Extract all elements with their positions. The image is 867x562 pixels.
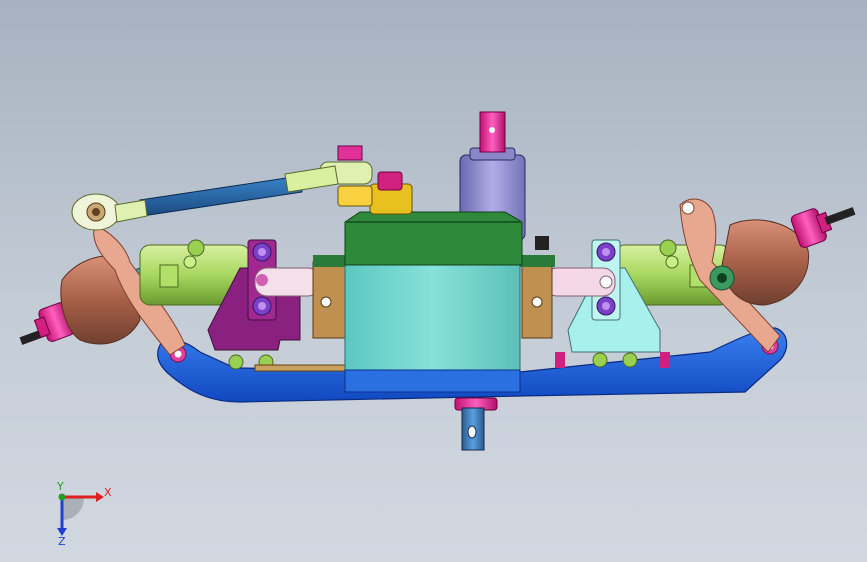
coordinate-triad: X Y Z [56, 480, 112, 548]
tie-rod[interactable] [71, 165, 339, 231]
triad-y-label: Y [56, 480, 64, 493]
right-wheel-hub[interactable] [790, 205, 856, 249]
cad-model-canvas[interactable]: X Y Z [0, 0, 867, 562]
triad-y-axis [58, 493, 66, 501]
triad-x-label: X [104, 486, 112, 499]
right-side-block [520, 255, 555, 339]
cad-viewport[interactable]: X Y Z [0, 0, 867, 562]
output-shaft[interactable] [454, 397, 498, 451]
gearbox-top-cover[interactable] [344, 211, 549, 266]
left-side-block [312, 255, 348, 339]
triad-z-label: Z [58, 535, 66, 548]
gearbox-main-body[interactable] [344, 261, 521, 393]
